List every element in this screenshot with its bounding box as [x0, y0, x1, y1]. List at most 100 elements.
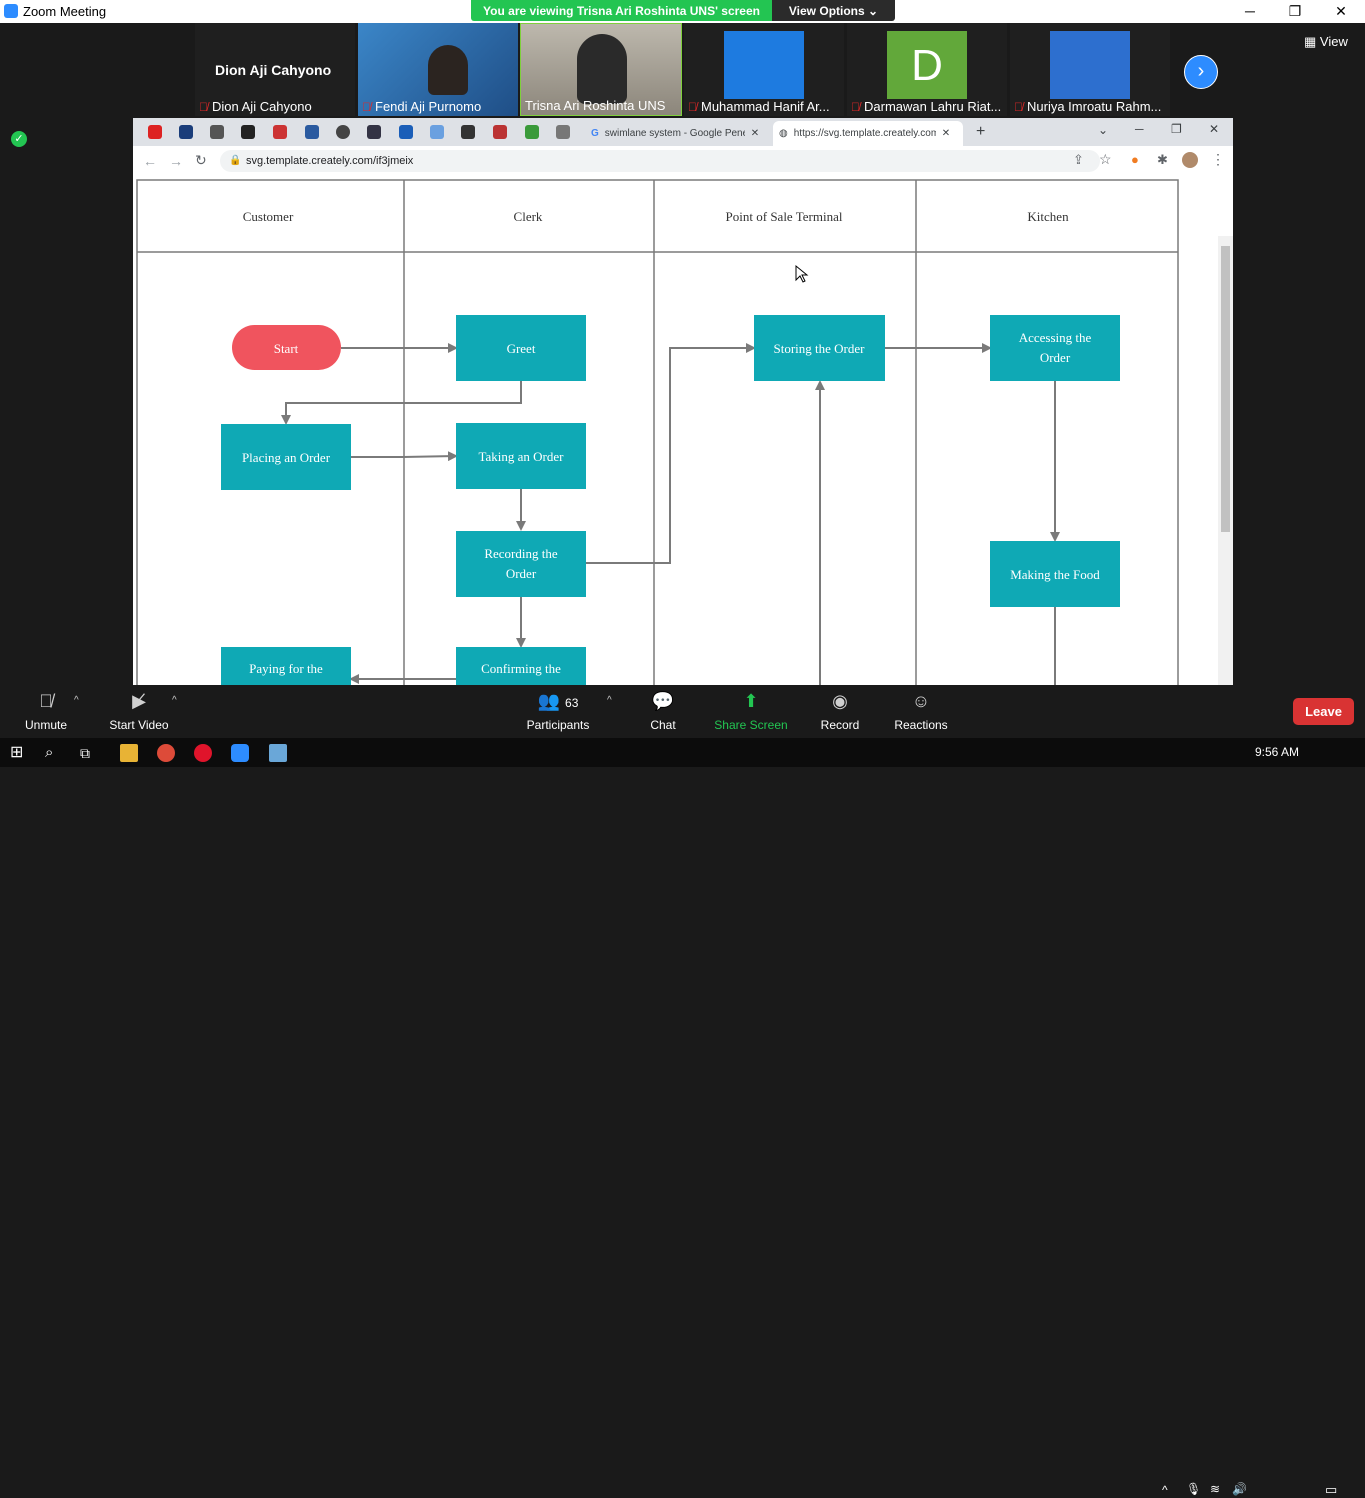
participant-name: Nuriya Imroatu Rahm... — [1027, 99, 1162, 114]
chevron-down-icon: ⌄ — [868, 3, 879, 18]
participant-tile[interactable]: D 🎙̸ Darmawan Lahru Riat... — [847, 23, 1007, 116]
volume-icon[interactable]: 🔊 — [1232, 1482, 1247, 1496]
file-explorer-icon[interactable] — [120, 744, 138, 762]
view-label: View — [1319, 34, 1348, 49]
participants-button[interactable]: 👥 63 Participants — [524, 685, 592, 738]
taking-order-label: Taking an Order — [478, 449, 564, 464]
participant-tile-active-speaker[interactable]: Trisna Ari Roshinta UNS — [520, 23, 682, 116]
accessing-order-label-1: Accessing the — [1019, 330, 1092, 345]
profile-photo — [1050, 31, 1130, 99]
back-icon[interactable]: ← — [143, 153, 157, 169]
share-icon[interactable]: ⇪ — [1073, 152, 1084, 168]
tray-chevron-icon[interactable]: ^ — [1162, 1483, 1168, 1497]
forward-icon[interactable]: → — [169, 153, 183, 169]
mic-tray-icon[interactable]: 🎙 — [1186, 1482, 1201, 1496]
muted-mic-icon: 🎙̸ — [851, 100, 860, 114]
start-video-button[interactable]: ▶̸ Start Video — [105, 685, 173, 738]
tab-google-search[interactable]: G swimlane system - Google Peneli ✕ — [585, 121, 767, 146]
restore-icon[interactable]: ❐ — [1171, 122, 1182, 136]
mouse-cursor-icon — [795, 264, 809, 283]
profile-avatar[interactable] — [1182, 152, 1198, 168]
windows-start-icon[interactable]: ⊞ — [10, 744, 28, 762]
bookmark-icon[interactable] — [179, 125, 193, 139]
bookmark-icon[interactable] — [148, 125, 162, 139]
participants-caret-icon[interactable]: ^ — [607, 695, 612, 706]
scrollbar-thumb[interactable] — [1221, 246, 1230, 532]
close-icon[interactable]: ✕ — [1331, 2, 1351, 20]
avatar: D — [887, 31, 967, 99]
extension-icon[interactable]: ● — [1131, 152, 1139, 167]
bookmark-star-icon[interactable]: ☆ — [1099, 151, 1112, 168]
leave-button[interactable]: Leave — [1293, 698, 1354, 725]
bookmark-icon[interactable] — [241, 125, 255, 139]
participant-tile[interactable]: 🎙̸ Muhammad Hanif Ar... — [684, 23, 844, 116]
bookmark-icon[interactable] — [367, 125, 381, 139]
start-video-label: Start Video — [109, 718, 169, 732]
reload-icon[interactable]: ↻ — [195, 152, 207, 169]
puzzle-icon[interactable]: ✱ — [1157, 152, 1168, 168]
shared-browser-window: G swimlane system - Google Peneli ✕ ◍ ht… — [133, 118, 1233, 685]
google-drive-icon[interactable] — [525, 125, 539, 139]
tab-strip: G swimlane system - Google Peneli ✕ ◍ ht… — [133, 118, 1233, 146]
video-options-caret-icon[interactable]: ^ — [172, 695, 177, 706]
recording-order-label-2: Order — [506, 566, 537, 581]
meeting-toolbar: 🎙̸ Unmute ^ ▶̸ Start Video ^ 👥 63 Partic… — [0, 685, 1365, 738]
record-button[interactable]: ◉ Record — [817, 685, 863, 738]
connector-placing-taking — [351, 451, 458, 462]
notepad-icon[interactable] — [269, 744, 287, 762]
notification-icon[interactable]: ▭ — [1325, 1482, 1337, 1498]
task-view-icon[interactable]: ⧉ — [80, 744, 98, 762]
tab-title: swimlane system - Google Peneli — [604, 128, 745, 139]
minimize-icon[interactable]: ─ — [1240, 2, 1260, 20]
wifi-icon[interactable]: ≋ — [1210, 1482, 1220, 1496]
minimize-icon[interactable]: ─ — [1135, 122, 1144, 136]
bookmark-icon[interactable] — [461, 125, 475, 139]
reactions-button[interactable]: ☺ Reactions — [893, 685, 949, 738]
chrome-icon[interactable] — [157, 744, 175, 762]
making-food-label: Making the Food — [1010, 567, 1100, 582]
zoom-taskbar-icon[interactable] — [231, 744, 249, 762]
bookmark-icon[interactable] — [556, 125, 570, 139]
restore-icon[interactable]: ❐ — [1285, 2, 1305, 20]
chat-button[interactable]: 💬 Chat — [640, 685, 686, 738]
zoom-logo-icon — [4, 4, 18, 18]
close-tab-icon[interactable]: ✕ — [751, 128, 759, 139]
share-screen-button[interactable]: ⬆ Share Screen — [713, 685, 789, 738]
participant-tile[interactable]: 🎙̸ Nuriya Imroatu Rahm... — [1010, 23, 1170, 116]
bookmark-icon[interactable] — [399, 125, 413, 139]
view-button[interactable]: ▦ View — [1304, 34, 1348, 50]
menu-icon[interactable]: ⋮ — [1211, 151, 1225, 168]
tab-title: https://svg.template.creately.com — [793, 128, 936, 139]
tab-search-icon[interactable]: ⌄ — [1098, 123, 1108, 137]
scrollbar[interactable] — [1218, 236, 1233, 685]
view-options-button[interactable]: View Options ⌄ — [772, 0, 895, 21]
lock-icon: 🔒 — [229, 155, 242, 166]
bookmark-icon[interactable] — [305, 125, 319, 139]
chat-label: Chat — [650, 718, 676, 732]
unmute-label: Unmute — [24, 718, 68, 732]
connectors — [281, 343, 1060, 685]
participant-tile[interactable]: 🎙̸ Fendi Aji Purnomo — [358, 23, 518, 116]
security-shield-icon[interactable]: ✓ — [11, 131, 27, 147]
close-tab-icon[interactable]: ✕ — [942, 128, 950, 139]
url-input[interactable]: 🔒 svg.template.creately.com/if3jmeix — [220, 150, 1100, 172]
reactions-label: Reactions — [894, 718, 948, 732]
paying-label: Paying for the — [249, 661, 323, 676]
tab-creately[interactable]: ◍ https://svg.template.creately.com ✕ — [773, 121, 963, 146]
unmute-button[interactable]: 🎙̸ Unmute — [20, 685, 72, 738]
search-icon[interactable]: ⌕ — [45, 744, 63, 762]
bookmark-icon[interactable] — [273, 125, 287, 139]
bookmark-icon[interactable] — [430, 125, 444, 139]
bookmark-icon[interactable] — [336, 125, 350, 139]
participant-tile[interactable]: Dion Aji Cahyono 🎙̸ Dion Aji Cahyono — [195, 23, 355, 116]
recording-order-label-1: Recording the — [484, 546, 558, 561]
bookmark-icon[interactable] — [210, 125, 224, 139]
opera-icon[interactable] — [194, 744, 212, 762]
connector-recording-storing — [586, 343, 756, 564]
audio-options-caret-icon[interactable]: ^ — [74, 695, 79, 706]
person-silhouette — [577, 34, 627, 104]
new-tab-icon[interactable]: + — [976, 123, 985, 141]
close-icon[interactable]: ✕ — [1209, 122, 1219, 136]
bookmark-icon[interactable] — [493, 125, 507, 139]
next-page-arrow-icon[interactable]: › — [1184, 55, 1218, 89]
